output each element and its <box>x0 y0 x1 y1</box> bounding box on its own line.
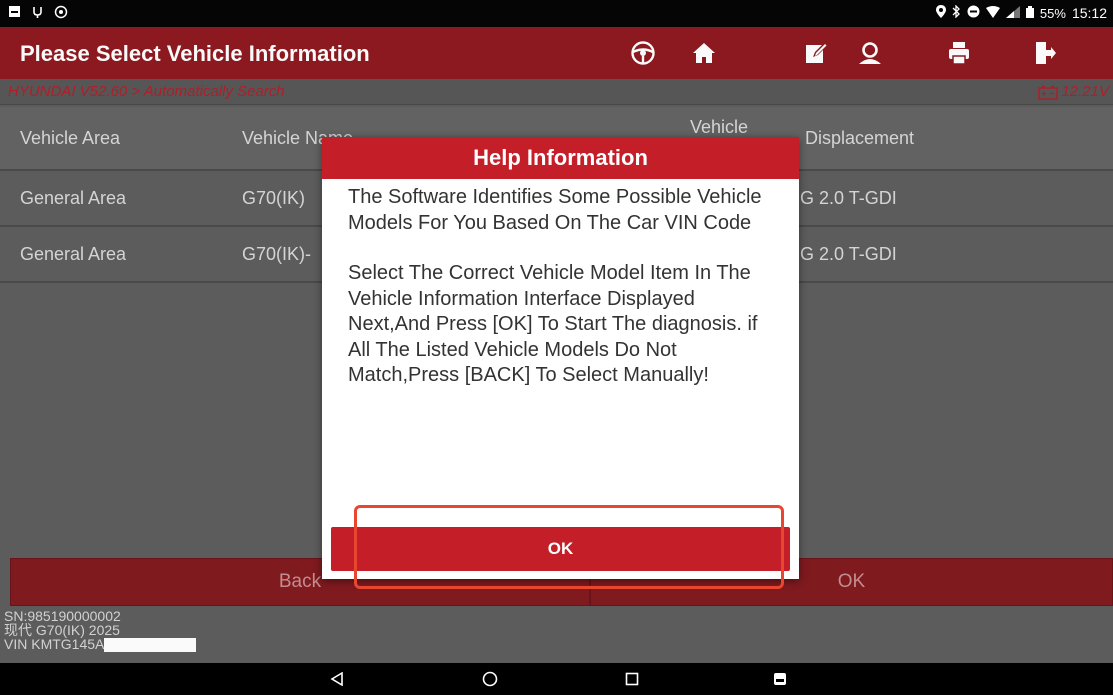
sync-icon <box>54 5 68 22</box>
nav-screenshot-button[interactable] <box>765 667 795 691</box>
dnd-icon <box>967 5 980 21</box>
home-circle-icon <box>482 671 498 687</box>
screenshot-icon <box>774 673 786 685</box>
signal-icon <box>1005 5 1020 21</box>
notification-icon <box>8 5 21 22</box>
recents-square-icon <box>625 672 639 686</box>
status-bar: 55% 15:12 <box>0 0 1113 27</box>
app-window: Please Select Vehicle Information HYUNDA… <box>0 27 1113 663</box>
usb-icon <box>31 5 44 22</box>
location-icon <box>935 5 946 21</box>
nav-back-button[interactable] <box>322 667 352 691</box>
nav-home-button[interactable] <box>475 667 505 691</box>
back-triangle-icon <box>330 672 343 686</box>
bluetooth-icon <box>952 4 961 21</box>
dialog-paragraph-2: Select The Correct Vehicle Model Item In… <box>348 262 758 386</box>
dialog-title: Help Information <box>322 137 799 179</box>
clock: 15:12 <box>1071 5 1107 21</box>
dialog-body: The Software Identifies Some Possible Ve… <box>348 185 778 414</box>
dialog-paragraph-1: The Software Identifies Some Possible Ve… <box>348 186 762 234</box>
wifi-icon <box>985 5 1000 21</box>
navigation-bar <box>0 663 1113 695</box>
battery-icon <box>1025 5 1034 21</box>
battery-percent: 55% <box>1039 5 1066 21</box>
ok-highlight-box <box>354 505 784 589</box>
nav-recents-button[interactable] <box>617 667 647 691</box>
